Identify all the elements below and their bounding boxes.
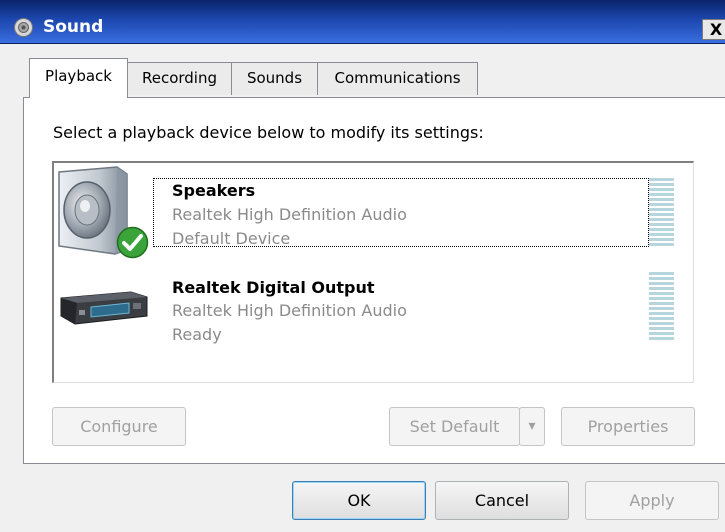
tab-sounds[interactable]: Sounds [231,62,318,95]
tab-label: Playback [45,67,112,85]
tab-label: Sounds [246,69,303,87]
device-status: Default Device [172,229,291,248]
device-status: Ready [172,325,222,344]
close-icon: X [709,20,723,39]
properties-button[interactable]: Properties [561,407,695,446]
set-default-button[interactable]: Set Default [389,407,520,446]
default-device-check-icon [116,226,149,259]
apply-button-label: Apply [629,491,675,510]
sound-app-icon [14,18,33,37]
window-title: Sound [43,17,104,37]
volume-meter [649,272,674,342]
digital-output-icon [60,291,148,325]
tab-communications[interactable]: Communications [317,62,478,95]
close-button[interactable]: X [702,19,725,40]
tab-label: Communications [334,69,461,87]
set-default-dropdown[interactable]: ▾ [519,407,545,446]
ok-button-label: OK [347,491,371,510]
device-driver: Realtek High Definition Audio [172,205,407,224]
cancel-button-label: Cancel [474,491,530,510]
apply-button[interactable]: Apply [585,481,719,520]
set-default-button-label: Set Default [409,417,500,436]
properties-button-label: Properties [587,417,669,436]
ok-button[interactable]: OK [292,481,426,520]
device-driver: Realtek High Definition Audio [172,301,407,320]
tab-playback[interactable]: Playback [29,58,128,98]
instruction-text: Select a playback device below to modify… [53,123,484,142]
device-name: Speakers [172,181,256,200]
configure-button-label: Configure [80,417,158,436]
tab-label: Recording [141,69,218,87]
configure-button[interactable]: Configure [52,407,186,446]
volume-meter [649,178,674,248]
title-bar[interactable]: Sound X [0,0,725,44]
chevron-down-icon: ▾ [528,418,536,434]
tab-recording[interactable]: Recording [127,62,232,95]
cancel-button[interactable]: Cancel [435,481,569,520]
device-name: Realtek Digital Output [172,278,375,297]
